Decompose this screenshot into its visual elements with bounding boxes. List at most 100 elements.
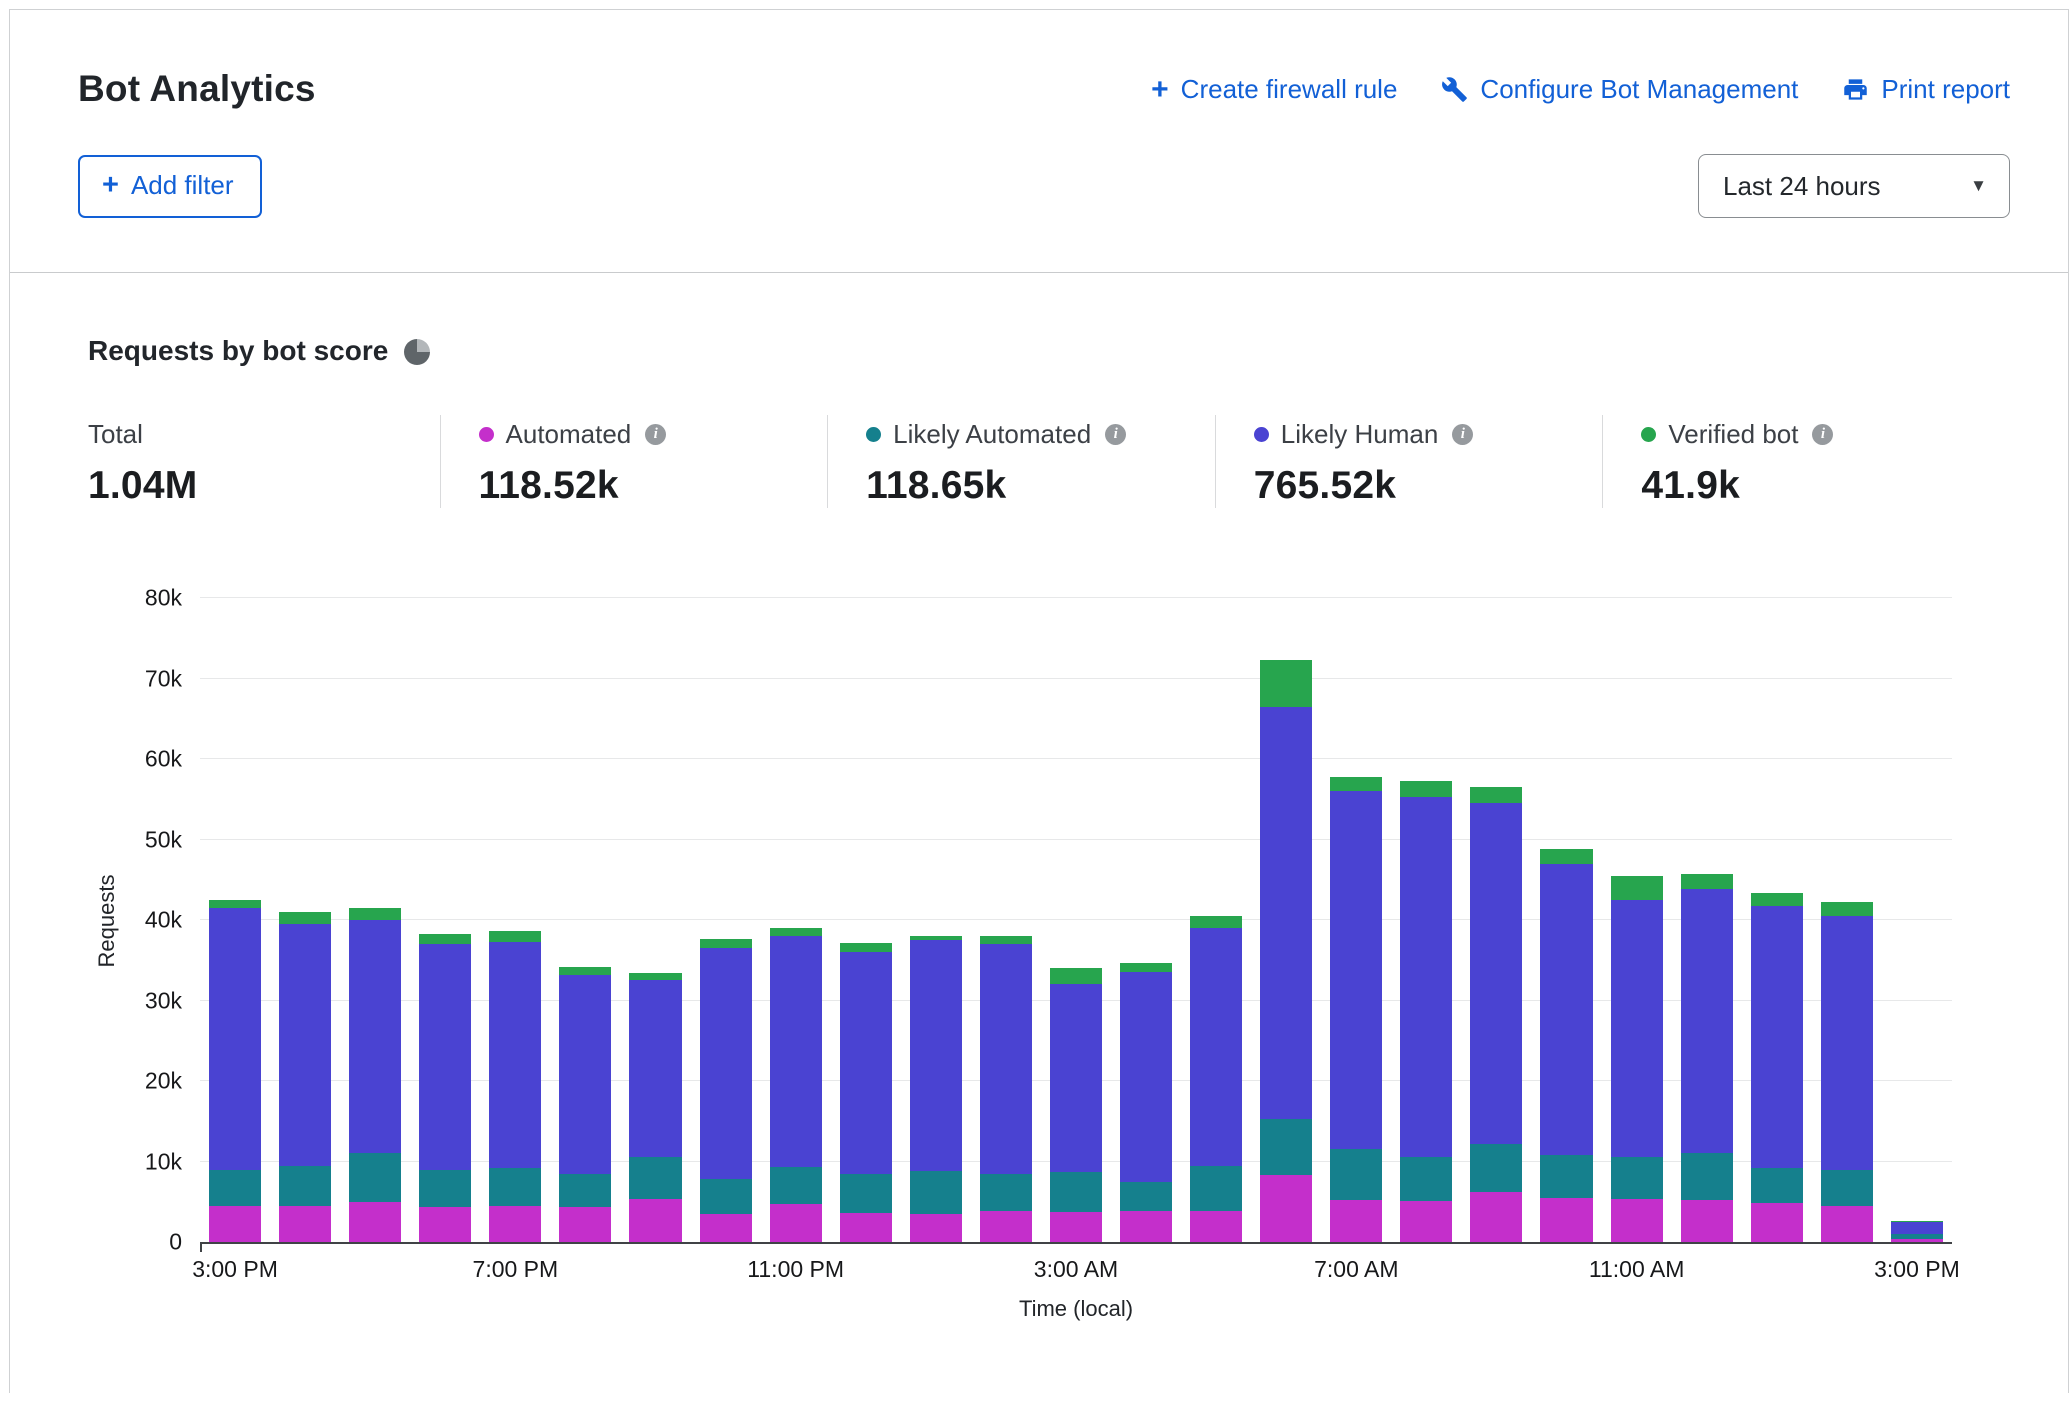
bar-segment-automated[interactable]: [700, 1214, 752, 1242]
bar-segment-likely-automated[interactable]: [489, 1168, 541, 1206]
bar-segment-automated[interactable]: [1260, 1175, 1312, 1242]
bar-segment-verified-bot[interactable]: [840, 943, 892, 953]
bar-segment-likely-human[interactable]: [1891, 1222, 1943, 1234]
stacked-bar[interactable]: [1821, 598, 1873, 1242]
bar-segment-automated[interactable]: [910, 1214, 962, 1242]
bar-segment-likely-human[interactable]: [770, 936, 822, 1167]
stacked-bar[interactable]: [1891, 598, 1943, 1242]
bar-segment-likely-automated[interactable]: [209, 1170, 261, 1206]
bar-segment-likely-automated[interactable]: [1330, 1149, 1382, 1200]
bar-segment-likely-human[interactable]: [910, 940, 962, 1171]
stat-verified-bot[interactable]: Verified bot i 41.9k: [1602, 415, 1990, 508]
bar-segment-likely-human[interactable]: [1260, 707, 1312, 1119]
bar-segment-likely-human[interactable]: [980, 944, 1032, 1173]
bar-segment-likely-human[interactable]: [840, 952, 892, 1173]
stacked-bar[interactable]: [1330, 598, 1382, 1242]
stacked-bar[interactable]: [349, 598, 401, 1242]
bar-segment-likely-human[interactable]: [1330, 791, 1382, 1149]
stacked-bar[interactable]: [1540, 598, 1592, 1242]
bar-segment-likely-human[interactable]: [1540, 864, 1592, 1155]
bar-segment-verified-bot[interactable]: [1751, 893, 1803, 907]
stacked-bar[interactable]: [1751, 598, 1803, 1242]
stacked-bar[interactable]: [1681, 598, 1733, 1242]
bar-segment-likely-human[interactable]: [559, 975, 611, 1174]
stacked-bar[interactable]: [1611, 598, 1663, 1242]
stacked-bar[interactable]: [559, 598, 611, 1242]
bar-segment-automated[interactable]: [840, 1213, 892, 1242]
bar-segment-verified-bot[interactable]: [559, 967, 611, 975]
bar-segment-likely-automated[interactable]: [1540, 1155, 1592, 1198]
stacked-bar[interactable]: [1400, 598, 1452, 1242]
bar-segment-likely-automated[interactable]: [1190, 1166, 1242, 1212]
bar-segment-verified-bot[interactable]: [700, 939, 752, 948]
bar-segment-verified-bot[interactable]: [1050, 968, 1102, 984]
bar-segment-verified-bot[interactable]: [209, 900, 261, 908]
bar-segment-automated[interactable]: [419, 1207, 471, 1242]
bar-segment-likely-automated[interactable]: [1470, 1144, 1522, 1192]
bar-segment-likely-automated[interactable]: [1751, 1168, 1803, 1203]
bar-segment-verified-bot[interactable]: [1260, 660, 1312, 707]
bar-segment-verified-bot[interactable]: [1540, 849, 1592, 863]
info-icon[interactable]: i: [1452, 424, 1473, 445]
bar-segment-likely-automated[interactable]: [279, 1166, 331, 1206]
stacked-bar[interactable]: [910, 598, 962, 1242]
stacked-bar[interactable]: [980, 598, 1032, 1242]
bar-segment-likely-automated[interactable]: [840, 1174, 892, 1213]
bar-segment-likely-human[interactable]: [1821, 916, 1873, 1170]
stat-likely-human[interactable]: Likely Human i 765.52k: [1215, 415, 1603, 508]
bar-segment-likely-automated[interactable]: [1681, 1153, 1733, 1200]
configure-bot-management-link[interactable]: Configure Bot Management: [1441, 74, 1798, 105]
bar-segment-likely-human[interactable]: [629, 980, 681, 1157]
bar-segment-likely-automated[interactable]: [559, 1174, 611, 1208]
stacked-bar[interactable]: [700, 598, 752, 1242]
bar-segment-verified-bot[interactable]: [419, 934, 471, 944]
bar-segment-likely-human[interactable]: [419, 944, 471, 1169]
stat-likely-automated[interactable]: Likely Automated i 118.65k: [827, 415, 1215, 508]
info-icon[interactable]: i: [645, 424, 666, 445]
bar-segment-verified-bot[interactable]: [1821, 902, 1873, 916]
bar-segment-automated[interactable]: [489, 1206, 541, 1242]
bar-segment-likely-automated[interactable]: [1260, 1119, 1312, 1175]
bar-segment-verified-bot[interactable]: [349, 908, 401, 920]
stacked-bar[interactable]: [1120, 598, 1172, 1242]
stacked-bar[interactable]: [489, 598, 541, 1242]
bar-segment-automated[interactable]: [1611, 1199, 1663, 1242]
bar-segment-verified-bot[interactable]: [770, 928, 822, 936]
bar-segment-automated[interactable]: [1190, 1211, 1242, 1242]
bar-segment-likely-automated[interactable]: [770, 1167, 822, 1204]
info-icon[interactable]: i: [1105, 424, 1126, 445]
bar-segment-likely-automated[interactable]: [700, 1179, 752, 1214]
bar-segment-likely-automated[interactable]: [980, 1174, 1032, 1212]
bar-segment-likely-automated[interactable]: [1050, 1172, 1102, 1212]
bar-segment-automated[interactable]: [1540, 1198, 1592, 1242]
bar-segment-likely-automated[interactable]: [629, 1157, 681, 1199]
bar-segment-likely-human[interactable]: [1120, 972, 1172, 1181]
stacked-bar[interactable]: [629, 598, 681, 1242]
bar-segment-verified-bot[interactable]: [1190, 916, 1242, 928]
bar-segment-likely-human[interactable]: [1611, 900, 1663, 1158]
bar-segment-automated[interactable]: [1751, 1203, 1803, 1242]
bar-segment-likely-human[interactable]: [279, 924, 331, 1166]
bar-segment-automated[interactable]: [1050, 1212, 1102, 1242]
bar-segment-likely-human[interactable]: [700, 948, 752, 1179]
bar-segment-verified-bot[interactable]: [489, 931, 541, 941]
stacked-bar[interactable]: [770, 598, 822, 1242]
bar-segment-likely-human[interactable]: [489, 942, 541, 1168]
bar-segment-automated[interactable]: [980, 1211, 1032, 1242]
bar-segment-verified-bot[interactable]: [629, 973, 681, 980]
bar-segment-likely-human[interactable]: [1400, 797, 1452, 1158]
bar-segment-likely-human[interactable]: [349, 920, 401, 1153]
stacked-bar[interactable]: [209, 598, 261, 1242]
bar-segment-likely-human[interactable]: [1751, 906, 1803, 1168]
bar-segment-likely-human[interactable]: [1470, 803, 1522, 1144]
bar-segment-likely-automated[interactable]: [910, 1171, 962, 1214]
stacked-bar[interactable]: [1260, 598, 1312, 1242]
stacked-bar[interactable]: [1470, 598, 1522, 1242]
bar-segment-automated[interactable]: [1891, 1239, 1943, 1242]
bar-segment-verified-bot[interactable]: [1400, 781, 1452, 797]
bar-segment-automated[interactable]: [629, 1199, 681, 1242]
bar-segment-verified-bot[interactable]: [279, 912, 331, 924]
create-firewall-rule-link[interactable]: + Create firewall rule: [1151, 74, 1397, 105]
bar-segment-likely-automated[interactable]: [1821, 1170, 1873, 1206]
bar-segment-likely-human[interactable]: [1050, 984, 1102, 1172]
